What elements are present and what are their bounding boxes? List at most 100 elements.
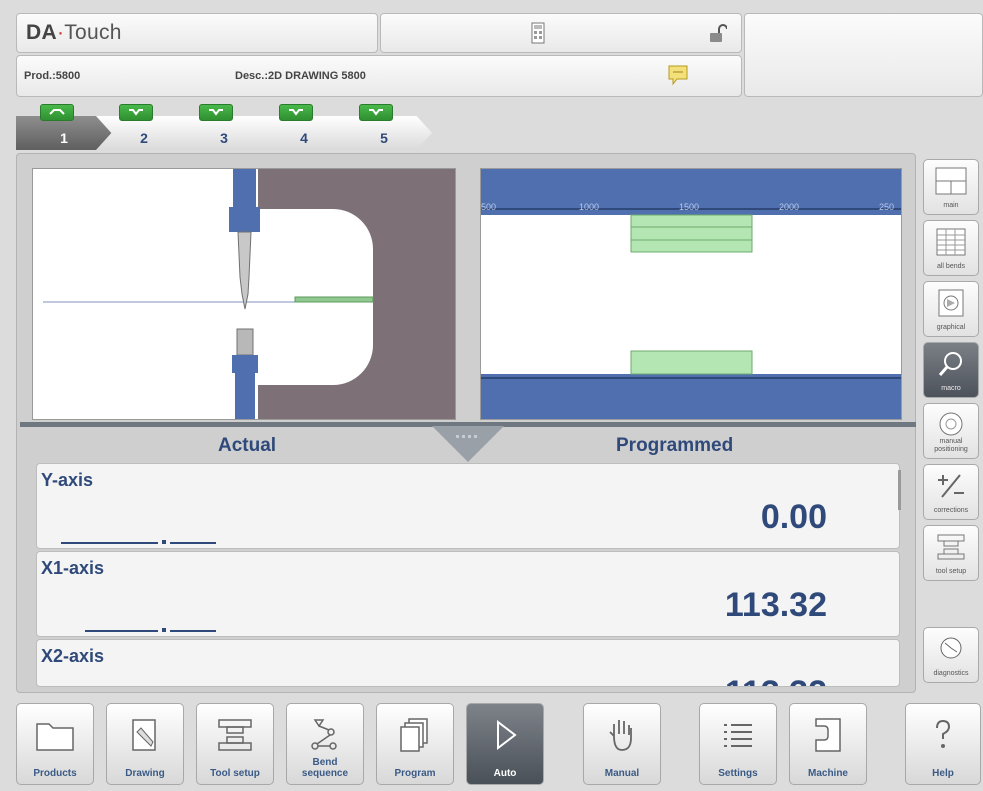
ruler-tick: 1500 (679, 202, 700, 212)
machine-side-view[interactable] (32, 168, 456, 420)
question-mark-icon (936, 719, 951, 748)
pencil-icon (132, 719, 156, 751)
plus-minus-icon (938, 474, 964, 498)
brand-box: DA·Touch (16, 13, 378, 53)
macro-button[interactable]: macro (923, 342, 979, 398)
bend-down-icon (119, 104, 153, 121)
actual-value-blank (170, 630, 216, 632)
axis-name: X2-axis (41, 646, 105, 666)
drawing-button[interactable]: Drawing (106, 703, 184, 785)
machine-frame-icon (815, 718, 841, 752)
products-button[interactable]: Products (16, 703, 94, 785)
press-tool-icon (218, 719, 252, 751)
x1-axis-row[interactable]: X1-axis 113.32 (36, 551, 900, 637)
programmed-value: 113.32 (725, 674, 827, 686)
scrollbar-thumb[interactable] (898, 470, 901, 510)
actual-column-header: Actual (218, 435, 277, 456)
actual-value-blank (85, 630, 158, 632)
manual-positioning-button[interactable]: manual positioning (923, 403, 979, 459)
resize-handle[interactable] (432, 426, 504, 462)
button-label: all bends (936, 263, 966, 270)
product-number: Prod.:5800 (24, 70, 81, 82)
auto-button[interactable]: Auto (466, 703, 544, 785)
button-label: manual positioning (924, 438, 978, 454)
ruler-tick: 250 (879, 202, 895, 212)
unlock-icon[interactable] (709, 24, 728, 49)
bend-down-icon (359, 104, 393, 121)
graphical-icon (938, 289, 964, 317)
bend-down-icon (199, 104, 233, 121)
main-view-icon (935, 167, 967, 195)
tool-setup-side-button[interactable]: tool setup (923, 525, 979, 581)
bend-sequence-icon (311, 719, 337, 750)
play-icon (497, 719, 517, 751)
button-label: corrections (933, 507, 969, 514)
diagnostics-button[interactable]: diagnostics (923, 627, 979, 683)
label-line-2: sequence (301, 768, 349, 779)
graphical-button[interactable]: graphical (923, 281, 979, 337)
button-label: Tool setup (210, 768, 260, 779)
magnifier-icon (938, 352, 962, 376)
programmed-value: 0.00 (760, 498, 827, 536)
manual-button[interactable]: Manual (583, 703, 661, 785)
clock-icon (940, 637, 962, 659)
brand-prefix: DA (26, 21, 57, 44)
axis-name: Y-axis (41, 470, 94, 490)
table-icon (936, 228, 966, 256)
ruler-tick: 500 (481, 202, 497, 212)
label-line-1: Bend (312, 757, 338, 768)
ruler-tick: 1000 (579, 202, 600, 212)
button-label: Program (394, 768, 436, 779)
machine-top-view[interactable]: 500 1000 1500 2000 250 (480, 168, 902, 420)
button-label: macro (941, 385, 961, 392)
button-label: Products (33, 768, 77, 779)
label-line-2: positioning (934, 446, 968, 453)
machine-button[interactable]: Machine (789, 703, 867, 785)
bend-up-icon (40, 104, 74, 121)
dial-icon (939, 412, 963, 436)
decimal-point (162, 540, 166, 544)
tab-label: 1 (60, 130, 68, 146)
note-icon[interactable] (667, 64, 689, 91)
programmed-value: 113.32 (724, 586, 827, 624)
programmed-column-header: Programmed (616, 435, 734, 456)
bend-sequence-button[interactable]: Bend sequence (286, 703, 364, 785)
button-label: main (943, 202, 959, 209)
button-label: Help (932, 768, 954, 779)
brand-suffix: Touch (64, 21, 122, 44)
product-info-bar[interactable]: Prod.:5800 Desc.:2D DRAWING 5800 (16, 55, 742, 97)
bend-tabs: 1 2 3 4 5 (16, 104, 432, 152)
corrections-button[interactable]: corrections (923, 464, 979, 520)
actual-value-blank (170, 542, 216, 544)
hand-icon (609, 720, 632, 751)
button-label: graphical (936, 324, 966, 331)
pages-icon (400, 718, 428, 752)
decimal-point (162, 628, 166, 632)
product-description: Desc.:2D DRAWING 5800 (235, 70, 366, 82)
machine-side-drawing (43, 169, 455, 419)
tool-setup-button[interactable]: Tool setup (196, 703, 274, 785)
button-label: tool setup (935, 568, 967, 575)
all-bends-button[interactable]: all bends (923, 220, 979, 276)
button-label: Settings (718, 768, 758, 779)
press-tool-icon (937, 534, 965, 560)
button-label: diagnostics (933, 670, 969, 677)
calculator-icon[interactable] (531, 22, 545, 49)
button-label: Drawing (125, 768, 165, 779)
button-label: Auto (493, 768, 517, 779)
settings-button[interactable]: Settings (699, 703, 777, 785)
axis-name: X1-axis (41, 558, 105, 578)
x2-axis-row[interactable]: X2-axis 113.32 (36, 639, 900, 687)
button-label: Machine (807, 768, 848, 779)
status-box (380, 13, 742, 53)
label-line-1: manual (939, 438, 963, 445)
y-axis-row[interactable]: Y-axis 0.00 (36, 463, 900, 549)
button-label: Bend sequence (287, 757, 363, 779)
header-right-box (744, 13, 983, 97)
main-view-button[interactable]: main (923, 159, 979, 215)
list-settings-icon (724, 724, 752, 747)
program-button[interactable]: Program (376, 703, 454, 785)
actual-value-blank (61, 542, 158, 544)
help-button[interactable]: Help (905, 703, 981, 785)
folder-icon (36, 723, 74, 751)
